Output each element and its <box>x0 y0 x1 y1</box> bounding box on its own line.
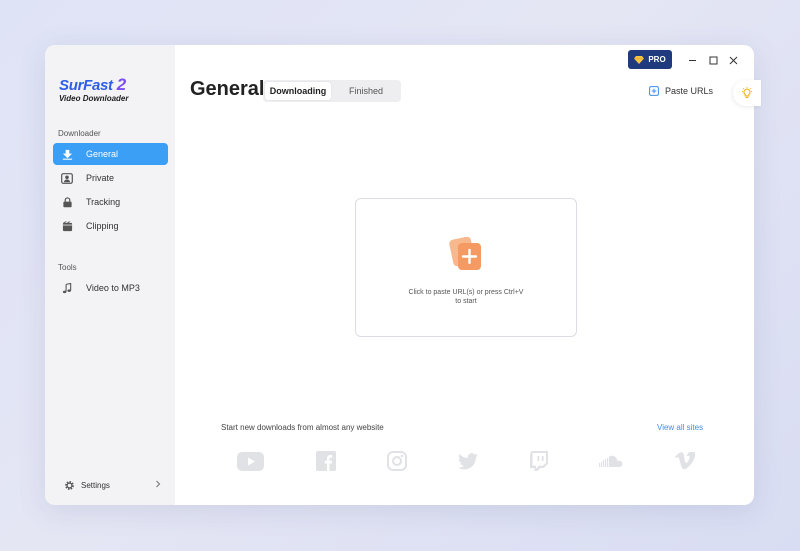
app-window: SurFast 2 Video Downloader Downloader Gen… <box>45 45 754 505</box>
sidebar-item-label: Video to MP3 <box>86 283 140 293</box>
logo-version: 2 <box>116 75 126 94</box>
tips-button[interactable] <box>733 80 761 106</box>
chevron-right-icon <box>155 480 161 490</box>
sidebar-item-label: Private <box>86 173 115 183</box>
add-file-icon <box>448 236 484 273</box>
twitch-icon[interactable] <box>529 450 549 472</box>
youtube-icon[interactable] <box>236 450 264 472</box>
section-label-tools: Tools <box>58 263 77 272</box>
view-all-sites-link[interactable]: View all sites <box>657 423 703 432</box>
maximize-button[interactable] <box>706 53 720 67</box>
section-label-downloader: Downloader <box>58 129 101 138</box>
settings-label: Settings <box>81 480 110 490</box>
gear-icon <box>63 479 75 491</box>
start-downloads-text: Start new downloads from almost any webs… <box>221 423 384 432</box>
logo-title: SurFast <box>59 77 113 94</box>
drop-hint-line2: to start <box>455 298 477 305</box>
drop-hint-line1: Click to paste URL(s) or press Ctrl+V <box>408 289 524 296</box>
music-note-icon <box>60 281 74 295</box>
instagram-icon[interactable] <box>387 450 407 472</box>
sidebar-item-private[interactable]: Private <box>53 167 168 189</box>
paste-urls-label: Paste URLs <box>665 86 714 96</box>
paste-urls-button[interactable]: Paste URLs <box>649 84 713 98</box>
pro-button[interactable]: PRO <box>628 50 672 69</box>
drop-zone[interactable]: Click to paste URL(s) or press Ctrl+V to… <box>355 198 577 337</box>
tab-downloading[interactable]: Downloading <box>265 82 331 100</box>
sidebar-item-video-to-mp3[interactable]: Video to MP3 <box>53 277 168 299</box>
lightbulb-icon <box>741 87 753 99</box>
diamond-icon <box>634 55 645 64</box>
sidebar-item-label: General <box>86 149 119 159</box>
drop-hint: Click to paste URL(s) or press Ctrl+V to… <box>366 288 566 306</box>
tab-finished[interactable]: Finished <box>333 82 399 100</box>
settings-button[interactable]: Settings <box>63 478 161 492</box>
tab-bar: Downloading Finished <box>263 80 401 102</box>
sidebar-item-tracking[interactable]: Tracking <box>53 191 168 213</box>
pro-label: PRO <box>648 55 666 64</box>
maximize-icon <box>709 56 718 65</box>
twitter-icon[interactable] <box>458 450 478 472</box>
close-button[interactable] <box>726 53 740 67</box>
sidebar-item-general[interactable]: General <box>53 143 168 165</box>
sidebar-item-label: Tracking <box>86 197 121 207</box>
main-content: General Downloading Finished PRO Paste U… <box>175 45 754 505</box>
sidebar-item-clipping[interactable]: Clipping <box>53 215 168 237</box>
close-icon <box>729 56 738 65</box>
private-icon <box>60 171 74 185</box>
minimize-button[interactable] <box>685 53 699 67</box>
lock-icon <box>60 195 74 209</box>
vimeo-icon[interactable] <box>675 450 695 472</box>
facebook-icon[interactable] <box>316 450 336 472</box>
download-arrow-icon <box>60 147 74 161</box>
film-clip-icon <box>60 219 74 233</box>
soundcloud-icon[interactable] <box>598 450 624 472</box>
minimize-icon <box>688 56 697 65</box>
sidebar-item-label: Clipping <box>86 221 119 231</box>
plus-square-icon <box>649 86 659 96</box>
sidebar: SurFast 2 Video Downloader Downloader Gen… <box>45 45 175 505</box>
app-logo: SurFast 2 Video Downloader <box>59 75 129 104</box>
logo-subtitle: Video Downloader <box>59 94 129 103</box>
page-title: General <box>190 78 265 100</box>
